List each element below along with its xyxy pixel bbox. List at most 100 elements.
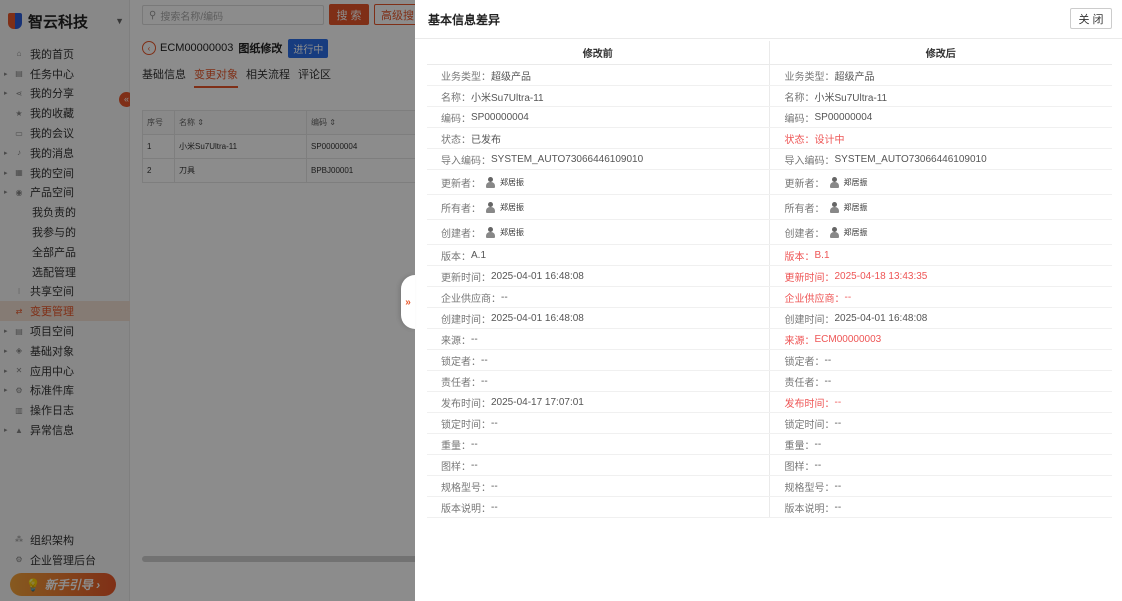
close-button[interactable]: 关 闭	[1070, 8, 1112, 29]
field-value: 已发布	[471, 134, 501, 146]
field-value: 小米Su7Ultra-11	[814, 92, 888, 104]
compare-cell-after: 导入编码： SYSTEM_AUTO73066446109010	[770, 149, 1113, 169]
compare-row: 规格型号： -- 规格型号： --	[427, 476, 1112, 497]
compare-cell-before: 业务类型： 超级产品	[427, 65, 770, 85]
field-label: 版本：	[784, 251, 815, 263]
compare-cell-after: 更新时间： 2025-04-18 13:43:35	[770, 266, 1113, 286]
compare-row: 责任者： -- 责任者： --	[427, 371, 1112, 392]
field-value: --	[844, 291, 852, 303]
compare-row: 编码： SP00000004 编码： SP00000004	[427, 107, 1112, 128]
drawer-title: 基本信息差异	[428, 13, 501, 27]
field-value: B.1	[814, 249, 830, 261]
field-label: 创建时间：	[784, 314, 835, 326]
compare-cell-before: 来源： --	[427, 329, 770, 349]
compare-row: 图样： -- 图样： --	[427, 455, 1112, 476]
modal-overlay[interactable]	[0, 0, 415, 601]
compare-cell-before: 状态： 已发布	[427, 128, 770, 148]
compare-row: 导入编码： SYSTEM_AUTO73066446109010 导入编码： SYSTE…	[427, 149, 1112, 170]
field-label: 业务类型：	[441, 71, 491, 83]
compare-cell-before: 版本说明： --	[427, 497, 770, 517]
field-value: SYSTEM_AUTO73066446109010	[834, 153, 987, 165]
field-value: 2025-04-01 16:48:08	[491, 270, 584, 282]
field-value: --	[824, 354, 832, 366]
field-label: 重量：	[784, 440, 815, 452]
user-avatar-icon	[485, 201, 496, 213]
field-value: A.1	[471, 249, 487, 261]
compare-header: 修改前 修改后	[427, 41, 1112, 65]
user-avatar-icon	[829, 226, 840, 238]
field-value: 郑居振	[843, 177, 868, 187]
compare-row: 更新时间： 2025-04-01 16:48:08 更新时间： 2025-04-18 …	[427, 266, 1112, 287]
field-value: 2025-04-18 13:43:35	[834, 270, 928, 282]
field-label: 编码：	[441, 113, 471, 125]
field-value: 郑居振	[843, 202, 868, 212]
field-value: ECM00000003	[814, 333, 882, 345]
field-label: 导入编码：	[784, 155, 835, 167]
field-label: 锁定时间：	[441, 419, 491, 431]
field-value: 超级产品	[834, 71, 875, 83]
compare-cell-after: 锁定时间： --	[770, 413, 1113, 433]
user-avatar-icon	[829, 176, 840, 188]
field-label: 导入编码：	[441, 155, 491, 167]
compare-cell-before: 版本： A.1	[427, 245, 770, 265]
compare-row: 更新者： 郑居振 更新者： 郑居振	[427, 170, 1112, 195]
field-label: 图样：	[784, 461, 815, 473]
compare-cell-before: 名称： 小米Su7Ultra-11	[427, 86, 770, 106]
field-label: 所有者：	[441, 203, 481, 215]
compare-cell-after: 责任者： --	[770, 371, 1113, 391]
compare-cell-after: 状态： 设计中	[770, 128, 1113, 148]
compare-cell-before: 编码： SP00000004	[427, 107, 770, 127]
expand-drawer-icon[interactable]: »	[401, 275, 415, 329]
divider	[415, 38, 1122, 39]
field-value: 2025-04-01 16:48:08	[491, 312, 584, 324]
field-value: SYSTEM_AUTO73066446109010	[491, 153, 644, 165]
field-label: 图样：	[441, 461, 471, 473]
compare-cell-before: 发布时间： 2025-04-17 17:07:01	[427, 392, 770, 412]
compare-row: 锁定时间： -- 锁定时间： --	[427, 413, 1112, 434]
field-value: --	[824, 375, 832, 387]
compare-cell-before: 创建者： 郑居振	[427, 220, 770, 244]
field-value: SP00000004	[814, 111, 873, 123]
compare-row: 锁定者： -- 锁定者： --	[427, 350, 1112, 371]
field-value: --	[471, 438, 478, 450]
column-header-before: 修改前	[427, 41, 770, 64]
compare-cell-before: 更新者： 郑居振	[427, 170, 770, 194]
field-label: 创建者：	[784, 228, 825, 240]
compare-cell-before: 责任者： --	[427, 371, 770, 391]
field-label: 锁定者：	[441, 356, 481, 368]
compare-cell-before: 导入编码： SYSTEM_AUTO73066446109010	[427, 149, 770, 169]
user-avatar-icon	[485, 226, 496, 238]
field-label: 版本说明：	[784, 503, 835, 515]
compare-cell-after: 创建者： 郑居振	[770, 220, 1113, 244]
compare-cell-after: 所有者： 郑居振	[770, 195, 1113, 219]
field-label: 更新时间：	[441, 272, 491, 284]
field-value: SP00000004	[471, 111, 529, 123]
compare-cell-after: 版本说明： --	[770, 497, 1113, 517]
field-label: 发布时间：	[784, 398, 835, 410]
field-label: 规格型号：	[784, 482, 835, 494]
field-label: 所有者：	[784, 203, 825, 215]
compare-cell-before: 企业供应商： --	[427, 287, 770, 307]
field-label: 编码：	[784, 113, 815, 125]
field-value: --	[814, 438, 822, 450]
compare-cell-before: 锁定时间： --	[427, 413, 770, 433]
field-value: --	[834, 417, 842, 429]
field-label: 企业供应商：	[441, 293, 501, 305]
field-label: 更新时间：	[784, 272, 835, 284]
field-label: 更新者：	[441, 178, 481, 190]
field-value: 2025-04-01 16:48:08	[834, 312, 928, 324]
field-label: 版本说明：	[441, 503, 491, 515]
compare-cell-after: 来源： ECM00000003	[770, 329, 1113, 349]
field-value: 郑居振	[500, 202, 524, 212]
field-value: --	[834, 396, 842, 408]
field-label: 更新者：	[784, 178, 825, 190]
field-value: 设计中	[814, 134, 845, 146]
compare-cell-after: 图样： --	[770, 455, 1113, 475]
field-value: --	[834, 480, 842, 492]
field-label: 名称：	[784, 92, 815, 104]
field-label: 规格型号：	[441, 482, 491, 494]
field-label: 名称：	[441, 92, 471, 104]
field-value: --	[471, 459, 478, 471]
field-label: 锁定时间：	[784, 419, 835, 431]
field-value: 2025-04-17 17:07:01	[491, 396, 584, 408]
